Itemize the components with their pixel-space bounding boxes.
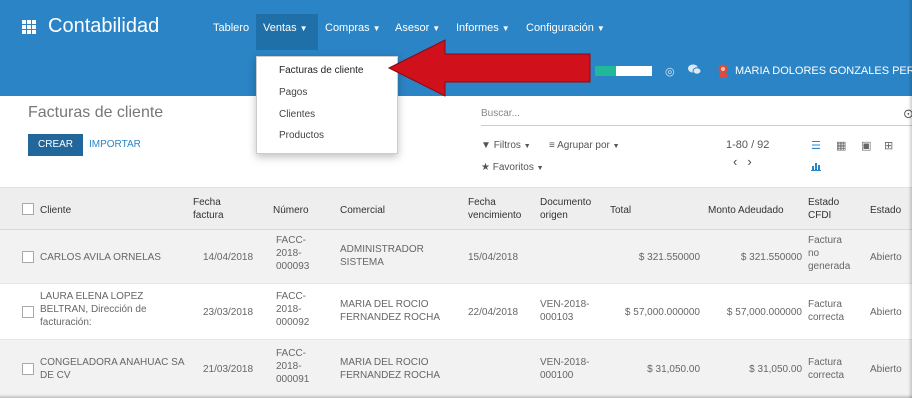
col-estado[interactable]: Estado <box>870 204 901 217</box>
kanban-view-icon[interactable]: ▦ <box>836 139 846 152</box>
row-checkbox[interactable] <box>22 306 34 318</box>
bars-icon: ≡ <box>549 140 555 151</box>
pager-nav: ‹› <box>733 154 762 169</box>
dropdown-item-productos[interactable]: Productos <box>279 130 324 141</box>
menu-asesor[interactable]: Asesor ▼ <box>395 22 440 34</box>
cell-cliente: CONGELADORA ANAHUAC SA DE CV <box>40 357 185 381</box>
cell-comercial: MARIA DEL ROCIO FERNANDEZ ROCHA <box>340 299 441 323</box>
dropdown-item-pagos[interactable]: Pagos <box>279 87 307 98</box>
cell-monto: $ 321.550000 <box>740 252 802 263</box>
cell-comercial: MARIA DEL ROCIO FERNANDEZ ROCHA <box>340 357 441 381</box>
cell-estado-cfdi: Factura correcta <box>808 357 845 381</box>
annotation-arrow-icon <box>387 39 591 97</box>
col-fecha-factura[interactable]: Fecha factura <box>193 196 224 222</box>
cell-total: $ 31,050.00 <box>647 364 700 375</box>
search-box[interactable] <box>481 106 912 126</box>
activity-icon[interactable]: ◎ <box>665 65 675 78</box>
cell-fecha: 21/03/2018 <box>203 364 254 375</box>
cell-estado: Abierto <box>870 252 902 263</box>
cell-estado: Abierto <box>870 364 902 375</box>
caret-down-icon: ▼ <box>523 143 531 150</box>
caret-down-icon: ▼ <box>432 24 441 33</box>
filters-button[interactable]: ▼ Filtros ▼ <box>481 140 531 151</box>
filter-icon: ▼ <box>481 140 491 151</box>
cell-numero: FACC- 2018- 000092 <box>276 291 310 328</box>
menu-configuracion[interactable]: Configuración ▼ <box>526 22 605 34</box>
list-view-icon[interactable]: ☰ <box>811 139 821 152</box>
menu-informes[interactable]: Informes ▼ <box>456 22 510 34</box>
col-comercial[interactable]: Comercial <box>340 204 385 217</box>
cell-fecha: 14/04/2018 <box>203 252 254 263</box>
progress-bar <box>595 66 652 76</box>
cell-numero: FACC- 2018- 000093 <box>276 235 310 272</box>
chevron-right-icon[interactable]: › <box>747 154 761 169</box>
cell-comercial: ADMINISTRADOR SISTEMA <box>340 244 424 268</box>
cell-cliente: CARLOS AVILA ORNELAS <box>40 252 161 263</box>
cell-total: $ 57,000.000000 <box>624 307 700 318</box>
star-icon: ★ <box>481 162 490 173</box>
cell-documento: VEN-2018- 000100 <box>540 357 590 381</box>
menu-ventas[interactable]: Ventas ▼ <box>263 22 308 34</box>
cell-vencimiento: 22/04/2018 <box>468 307 519 318</box>
create-button[interactable]: CREAR <box>28 134 84 156</box>
cell-monto: $ 31,050.00 <box>749 364 802 375</box>
graph-view-icon[interactable] <box>811 161 821 174</box>
dropdown-item-clientes[interactable]: Clientes <box>279 109 315 120</box>
group-by-button[interactable]: ≡ Agrupar por ▼ <box>549 140 620 151</box>
col-fecha-vencimiento[interactable]: Fecha vencimiento <box>468 196 521 222</box>
pivot-view-icon[interactable]: ⊞ <box>884 139 893 152</box>
favorites-button[interactable]: ★ Favoritos ▼ <box>481 162 544 173</box>
cell-monto: $ 57,000.000000 <box>726 307 802 318</box>
col-cliente[interactable]: Cliente <box>40 204 71 217</box>
col-numero[interactable]: Número <box>273 204 309 217</box>
app-window: Contabilidad Tablero Ventas ▼ Compras ▼ As… <box>0 0 912 398</box>
cell-cliente: LAURA ELENA LOPEZ BELTRAN, Dirección de fa… <box>40 291 147 328</box>
caret-down-icon: ▼ <box>372 24 381 33</box>
col-total[interactable]: Total <box>610 204 631 217</box>
cell-estado: Abierto <box>870 307 902 318</box>
user-name[interactable]: MARIA DOLORES GONZALES PERE <box>735 65 912 77</box>
cell-documento: VEN-2018- 000103 <box>540 299 590 323</box>
col-monto-adeudado[interactable]: Monto Adeudado <box>708 204 784 217</box>
pager-value[interactable]: 1-80 / 92 <box>726 139 769 151</box>
progress-fill <box>595 66 617 76</box>
calendar-view-icon[interactable]: ▣ <box>861 139 871 152</box>
menu-compras[interactable]: Compras ▼ <box>325 22 381 34</box>
row-checkbox[interactable] <box>22 251 34 263</box>
page-title: Facturas de cliente <box>28 104 164 121</box>
chevron-left-icon[interactable]: ‹ <box>733 154 747 169</box>
search-input[interactable]: Buscar... <box>481 108 520 119</box>
cell-estado-cfdi: Factura correcta <box>808 299 845 323</box>
col-documento-origen[interactable]: Documento origen <box>540 196 591 222</box>
cell-total: $ 321.550000 <box>638 252 700 263</box>
user-avatar[interactable] <box>717 64 729 78</box>
shadow-edge <box>908 0 912 398</box>
row-checkbox[interactable] <box>22 363 34 375</box>
cell-vencimiento: 15/04/2018 <box>468 252 519 263</box>
ventas-dropdown-menu: Facturas de cliente Pagos Clientes Produ… <box>256 56 398 154</box>
import-button[interactable]: IMPORTAR <box>89 139 141 150</box>
caret-down-icon: ▼ <box>501 24 510 33</box>
caret-down-icon: ▼ <box>596 24 605 33</box>
cell-fecha: 23/03/2018 <box>203 307 254 318</box>
shadow-edge <box>0 394 912 398</box>
chat-icon[interactable] <box>688 64 702 78</box>
select-all-checkbox[interactable] <box>22 203 34 215</box>
grid-icon[interactable] <box>22 20 36 34</box>
col-estado-cfdi[interactable]: Estado CFDI <box>808 196 839 222</box>
caret-down-icon: ▼ <box>612 143 620 150</box>
app-title: Contabilidad <box>48 15 160 37</box>
dropdown-item-facturas-de-cliente[interactable]: Facturas de cliente <box>279 65 364 76</box>
cell-numero: FACC- 2018- 000091 <box>276 348 310 385</box>
menu-tablero[interactable]: Tablero <box>213 22 249 34</box>
caret-down-icon: ▼ <box>536 165 544 172</box>
cell-estado-cfdi: Factura no generada <box>808 235 851 272</box>
caret-down-icon: ▼ <box>299 24 308 33</box>
